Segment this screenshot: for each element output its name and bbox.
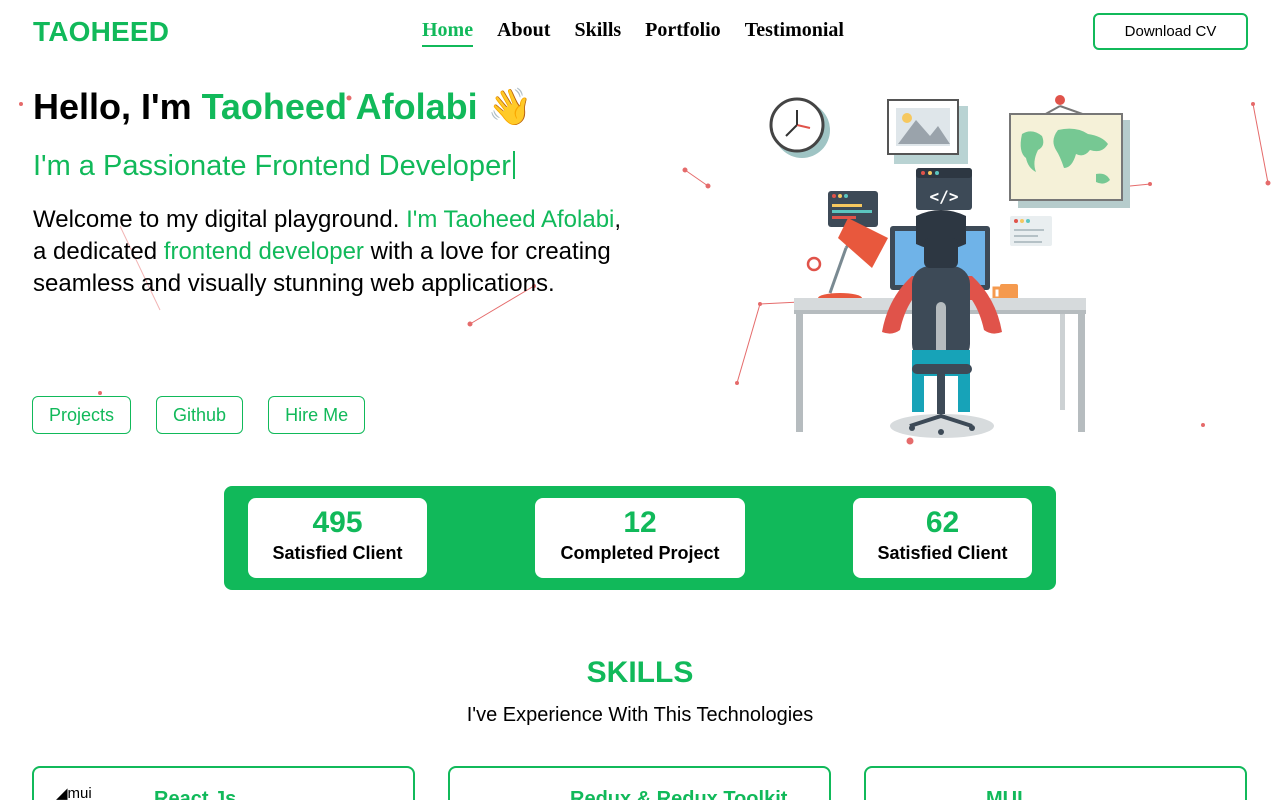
intro-role-highlight: frontend developer [163, 238, 364, 265]
hire-me-button[interactable]: Hire Me [268, 396, 366, 434]
stat-card: 495 Satisfied Client [248, 498, 427, 578]
mui-logo-icon [886, 784, 936, 800]
document-icon [1010, 216, 1052, 246]
nav-testimonial[interactable]: Testimonial [745, 19, 844, 47]
projects-button[interactable]: Projects [32, 396, 132, 434]
developer-desk-illustration: </> [769, 95, 1130, 438]
stat-card: 62 Satisfied Client [853, 498, 1032, 578]
broken-image-glyph: ◢ [56, 785, 68, 800]
typing-caret-icon [512, 151, 515, 179]
stat-value: 12 [623, 506, 657, 539]
code-window-icon: </> [916, 168, 972, 210]
skill-name: MUI [986, 788, 1023, 800]
skill-card-mui[interactable]: MUI [864, 766, 1247, 800]
world-map-icon [1009, 95, 1130, 208]
wall-clock-icon [769, 97, 830, 158]
nav-about[interactable]: About [497, 19, 550, 47]
main-nav: Home About Skills Portfolio Testimonial [422, 19, 844, 47]
svg-text:</>: </> [930, 187, 959, 206]
nav-home[interactable]: Home [422, 19, 474, 47]
hero-intro: Welcome to my digital playground. I'm Ta… [33, 204, 633, 300]
picture-frame-icon [887, 99, 968, 164]
nav-portfolio[interactable]: Portfolio [645, 19, 721, 47]
intro-part1: Welcome to my digital playground. [33, 206, 407, 233]
skill-card-redux[interactable]: Redux & Redux Toolkit [448, 766, 831, 800]
skill-name: Redux & Redux Toolkit [570, 788, 788, 800]
skill-name: React Js [154, 788, 237, 800]
hero-tagline: I'm a Passionate Frontend Developer [33, 150, 515, 183]
intro-name-highlight: I'm Taoheed Afolabi [406, 206, 615, 233]
stat-label: Completed Project [560, 543, 720, 563]
stat-label: Satisfied Client [272, 543, 403, 563]
site-logo[interactable]: TAOHEED [33, 16, 169, 48]
image-alt-text: mui [67, 785, 92, 800]
stats-panel: 495 Satisfied Client 12 Completed Projec… [224, 486, 1056, 590]
download-cv-button[interactable]: Download CV [1093, 13, 1248, 50]
hello-prefix: Hello, I'm [33, 86, 202, 127]
hero-name: Taoheed Afolabi [201, 86, 478, 127]
skills-heading: SKILLS [586, 656, 694, 689]
stat-card: 12 Completed Project [535, 498, 745, 578]
hero-heading: Hello, I'm Taoheed Afolabi 👋 [33, 86, 532, 128]
wave-emoji-icon: 👋 [487, 86, 533, 127]
nav-skills[interactable]: Skills [574, 19, 621, 47]
stat-value: 62 [925, 506, 960, 539]
mui-logo-icon: ◢mui [56, 784, 92, 800]
stat-label: Satisfied Client [877, 543, 1008, 563]
hero-actions: Projects Github Hire Me [32, 396, 366, 434]
skill-card-react[interactable]: ◢mui React Js [32, 766, 415, 800]
redux-logo-icon [470, 784, 510, 800]
github-button[interactable]: Github [156, 396, 244, 434]
stat-value: 495 [312, 506, 363, 539]
desk-lamp-icon [806, 218, 888, 303]
tagline-text: I'm a Passionate Frontend Developer [33, 150, 511, 182]
skills-subtitle: I've Experience With This Technologies [466, 704, 814, 726]
